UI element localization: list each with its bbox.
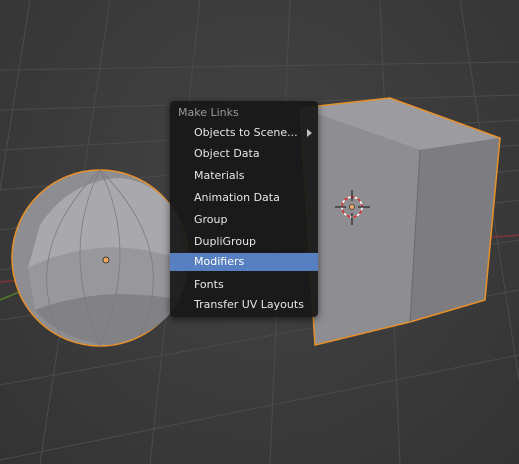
- menu-item-label: Modifiers: [194, 255, 245, 268]
- menu-item-animation-data[interactable]: Animation Data: [170, 189, 318, 207]
- menu-item-label: Object Data: [194, 147, 260, 160]
- menu-item-label: Group: [194, 213, 228, 226]
- menu-item-label: Animation Data: [194, 191, 280, 204]
- menu-item-fonts[interactable]: Fonts: [170, 276, 318, 294]
- 3d-viewport[interactable]: Make Links Objects to Scene... Object Da…: [0, 0, 519, 464]
- menu-item-dupligroup[interactable]: DupliGroup: [170, 233, 318, 251]
- menu-item-label: Transfer UV Layouts: [194, 298, 304, 311]
- menu-item-label: Objects to Scene...: [194, 126, 298, 139]
- menu-item-group[interactable]: Group: [170, 211, 318, 229]
- sphere-origin-dot: [102, 256, 110, 264]
- cube-object: [299, 97, 501, 346]
- menu-item-objects-to-scene[interactable]: Objects to Scene...: [170, 124, 318, 142]
- submenu-arrow-icon: [307, 129, 312, 137]
- menu-item-materials[interactable]: Materials: [170, 167, 318, 185]
- menu-title: Make Links: [178, 106, 239, 119]
- menu-item-modifiers[interactable]: Modifiers: [170, 253, 318, 271]
- menu-item-label: DupliGroup: [194, 235, 257, 248]
- menu-item-transfer-uv-layouts[interactable]: Transfer UV Layouts: [170, 296, 318, 314]
- menu-item-label: Fonts: [194, 278, 224, 291]
- menu-item-label: Materials: [194, 169, 245, 182]
- make-links-menu: Make Links Objects to Scene... Object Da…: [170, 101, 318, 317]
- menu-item-object-data[interactable]: Object Data: [170, 145, 318, 163]
- sphere-object: [11, 169, 189, 347]
